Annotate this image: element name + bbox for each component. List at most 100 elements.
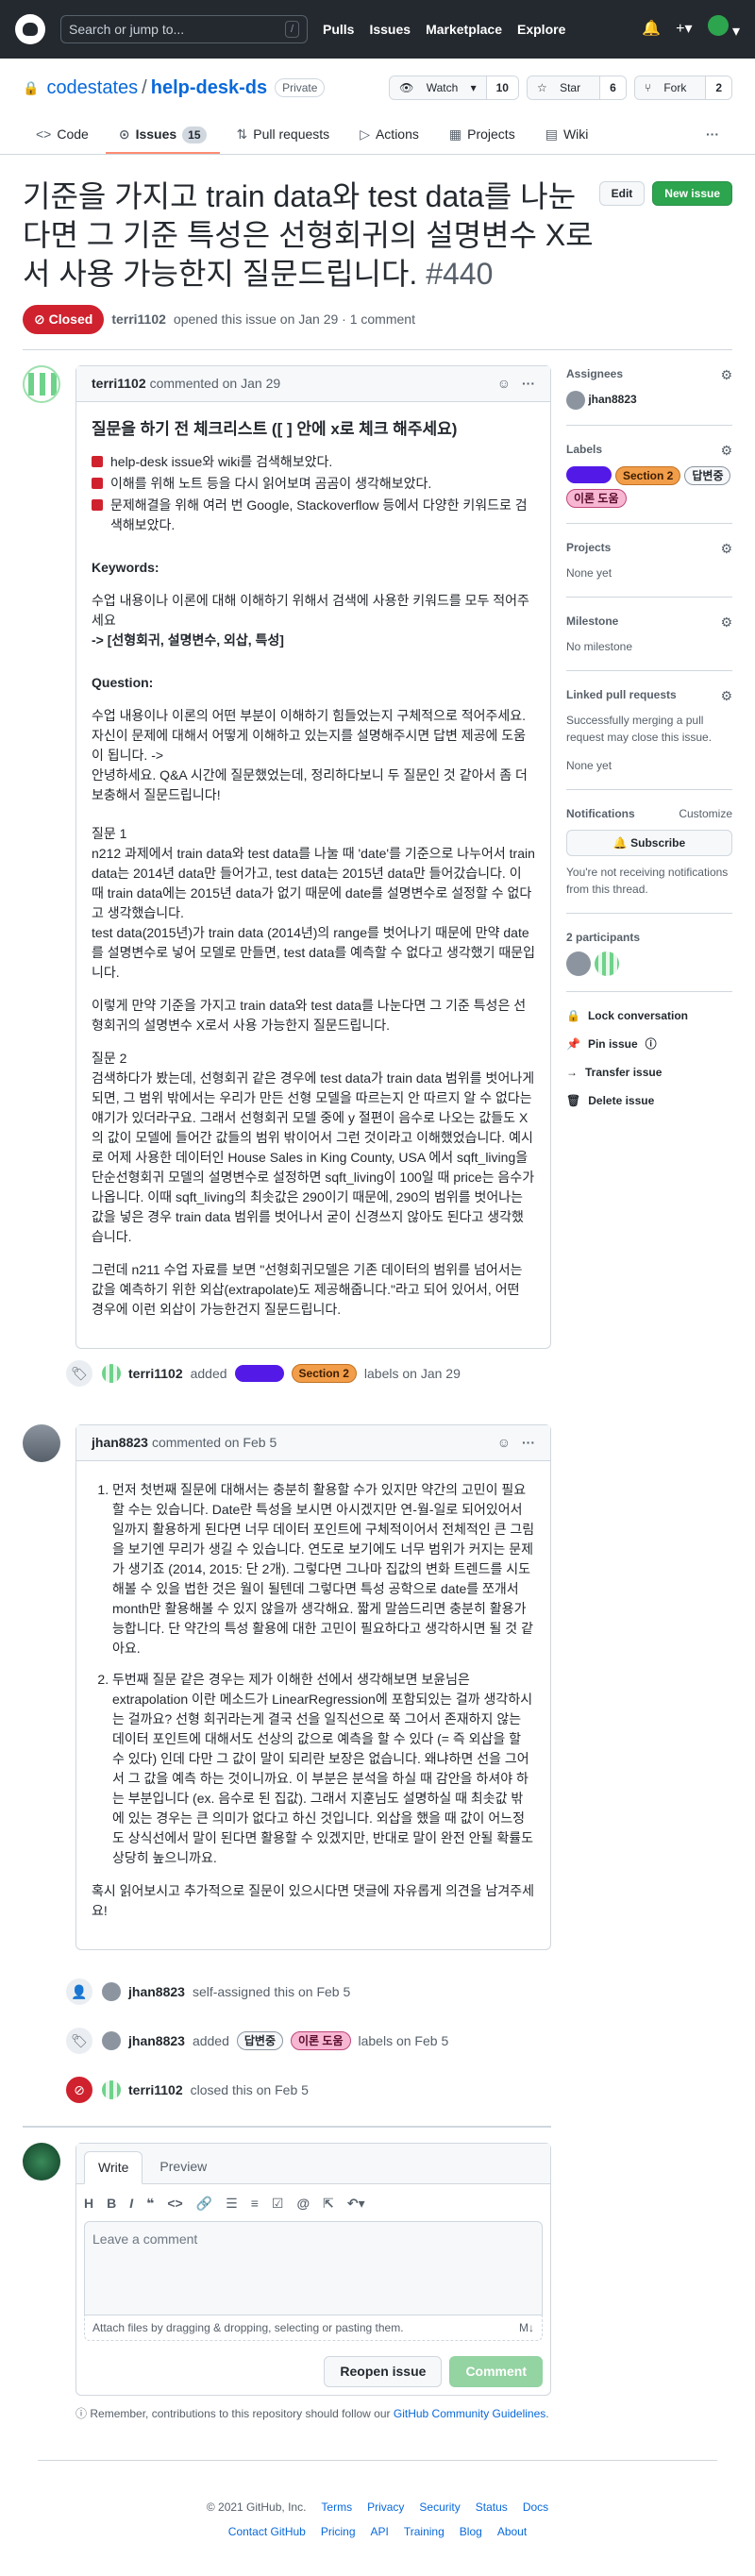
watch-button[interactable]: 👁 Watch ▾ 10	[389, 76, 519, 100]
lock-conversation-button[interactable]: 🔒 Lock conversation	[566, 1007, 732, 1024]
gear-icon[interactable]: ⚙	[720, 365, 732, 385]
kebab-icon[interactable]: ···	[522, 1433, 535, 1453]
checkbox[interactable]	[92, 499, 103, 512]
delete-issue-button[interactable]: 🗑 Delete issue	[566, 1092, 732, 1109]
issue-number: #440	[426, 256, 494, 291]
tab-preview[interactable]: Preview	[146, 2151, 220, 2183]
pin-issue-button[interactable]: 📌 Pin issue ⓘ	[566, 1035, 732, 1052]
code-icon[interactable]: <>	[167, 2194, 182, 2214]
edit-button[interactable]: Edit	[598, 181, 646, 206]
nav-marketplace[interactable]: Marketplace	[426, 20, 502, 40]
subscribe-button[interactable]: 🔔 Subscribe	[566, 829, 732, 856]
footer-link[interactable]: Training	[404, 2523, 445, 2540]
bell-icon[interactable]: 🔔	[642, 18, 661, 41]
kebab-icon[interactable]: ···	[522, 374, 535, 394]
slash-shortcut: /	[284, 20, 299, 39]
reference-icon[interactable]: ⇱	[323, 2194, 334, 2214]
code-icon: <>	[36, 126, 52, 142]
user-avatar[interactable]: ▾	[707, 15, 740, 43]
footer-copyright: © 2021 GitHub, Inc.	[206, 2500, 307, 2515]
comment-author[interactable]: terri1102	[92, 374, 146, 394]
guidelines-link[interactable]: GitHub Community Guidelines	[394, 2407, 545, 2420]
comment-button[interactable]: Comment	[449, 2356, 543, 2388]
new-issue-button[interactable]: New issue	[652, 181, 732, 206]
task-list-icon[interactable]: ☑	[272, 2194, 284, 2214]
heading-icon[interactable]: H	[84, 2194, 93, 2214]
avatar[interactable]	[23, 2143, 60, 2181]
footer-link[interactable]: About	[497, 2523, 527, 2540]
tab-pull-requests[interactable]: ⇅ Pull requests	[224, 117, 344, 154]
footer-link[interactable]: Privacy	[367, 2499, 404, 2516]
trash-icon: 🗑	[566, 1093, 581, 1107]
plus-dropdown-icon[interactable]: +▾	[676, 18, 692, 41]
tab-projects[interactable]: ▦ Projects	[436, 117, 528, 154]
tab-wiki[interactable]: ▤ Wiki	[532, 117, 602, 154]
quote-icon[interactable]: ❝	[146, 2194, 154, 2214]
fork-button[interactable]: ⑂ Fork 2	[633, 76, 732, 100]
global-header: Search or jump to... / Pulls Issues Mark…	[0, 0, 755, 59]
discussion-timeline: terri1102 commented on Jan 29 ☺ ··· 질문을 하기…	[23, 364, 551, 2423]
tab-code[interactable]: <> Code	[23, 117, 102, 154]
checkbox[interactable]	[92, 478, 103, 490]
footer-link[interactable]: Docs	[523, 2499, 548, 2516]
footer-link[interactable]: Status	[476, 2499, 508, 2516]
avatar[interactable]	[595, 951, 619, 976]
bullet-list-icon[interactable]: ☰	[226, 2194, 238, 2214]
nav-pulls[interactable]: Pulls	[323, 20, 354, 40]
comment-editor: Write Preview HBI ❝ <> 🔗 ☰ ≡ ☑ @ ⇱ ↶▾ Leave a …	[76, 2143, 551, 2397]
mention-icon[interactable]: @	[296, 2194, 310, 2214]
github-logo-icon[interactable]	[15, 14, 45, 44]
comment-textarea[interactable]: Leave a comment	[84, 2221, 543, 2316]
smiley-icon[interactable]: ☺	[497, 374, 511, 394]
reply-icon[interactable]: ↶▾	[347, 2194, 365, 2214]
tab-write[interactable]: Write	[84, 2151, 143, 2185]
avatar[interactable]	[23, 1424, 60, 1463]
star-button[interactable]: ☆ Star 6	[526, 76, 627, 100]
issue-author[interactable]: terri1102	[111, 310, 166, 329]
assignee-name[interactable]: jhan8823	[588, 393, 636, 406]
search-input[interactable]: Search or jump to... /	[60, 15, 308, 43]
label-event: 🏷 jhan8823 added 답변중 이론 도움 labels on Feb …	[64, 2016, 551, 2065]
issues-count: 15	[182, 126, 207, 143]
footer-link[interactable]: Security	[419, 2499, 460, 2516]
tab-issues[interactable]: ⊙ Issues 15	[105, 117, 220, 154]
nav-explore[interactable]: Explore	[517, 20, 565, 40]
gear-icon[interactable]: ⚙	[720, 539, 732, 559]
footer-link[interactable]: Contact GitHub	[228, 2523, 306, 2540]
link-icon[interactable]: 🔗	[196, 2194, 212, 2214]
label-theory-help: 이론 도움	[566, 488, 627, 508]
issue-comment: terri1102 commented on Jan 29 ☺ ··· 질문을 하기…	[76, 364, 551, 1350]
private-badge: Private	[275, 78, 326, 97]
nav-issues[interactable]: Issues	[369, 20, 411, 40]
footer-link[interactable]: API	[371, 2523, 389, 2540]
comment-author[interactable]: jhan8823	[92, 1433, 148, 1453]
transfer-issue-button[interactable]: → Transfer issue	[566, 1064, 732, 1081]
footer-link[interactable]: Terms	[321, 2499, 352, 2516]
checkbox[interactable]	[92, 456, 103, 468]
repo-owner-link[interactable]: codestates	[46, 74, 138, 102]
bold-icon[interactable]: B	[107, 2194, 116, 2214]
italic-icon[interactable]: I	[129, 2194, 133, 2214]
attach-files[interactable]: Attach files by dragging & dropping, sel…	[84, 2315, 543, 2342]
footer: © 2021 GitHub, Inc. Terms Privacy Securi…	[38, 2460, 717, 2540]
gear-icon[interactable]: ⚙	[720, 613, 732, 632]
tag-icon: 🏷	[64, 2026, 94, 2057]
project-icon: ▦	[448, 126, 462, 142]
customize-link[interactable]: Customize	[679, 805, 732, 822]
avatar[interactable]	[566, 951, 591, 976]
play-icon: ▷	[360, 126, 370, 142]
tab-actions[interactable]: ▷ Actions	[346, 117, 432, 154]
reopen-issue-button[interactable]: Reopen issue	[324, 2356, 443, 2388]
repo-name-link[interactable]: help-desk-ds	[151, 74, 267, 102]
numbered-list-icon[interactable]: ≡	[251, 2194, 259, 2214]
smiley-icon[interactable]: ☺	[497, 1433, 511, 1453]
more-icon[interactable]: ···	[693, 117, 732, 154]
avatar[interactable]	[23, 364, 60, 403]
footer-link[interactable]: Blog	[460, 2523, 482, 2540]
issue-header: 기준을 가지고 train data와 test data를 나눈다면 그 기준…	[0, 155, 755, 349]
tag-icon: 🏷	[64, 1358, 94, 1389]
gear-icon[interactable]: ⚙	[720, 441, 732, 461]
footer-link[interactable]: Pricing	[321, 2523, 356, 2540]
gear-icon[interactable]: ⚙	[720, 686, 732, 706]
checklist-item: 문제해결을 위해 여러 번 Google, Stackoverflow 등에서 …	[92, 496, 535, 535]
